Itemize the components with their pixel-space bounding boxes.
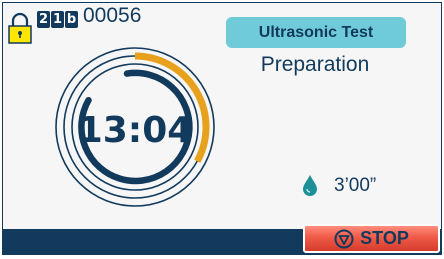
stop-label: STOP xyxy=(360,228,409,248)
cycle-counter: 00056 xyxy=(83,4,142,27)
cycle-digit: b xyxy=(65,10,78,28)
water-drop-icon xyxy=(303,175,317,196)
cycle-digit: 1 xyxy=(51,10,64,28)
progress-dial: 13:04 xyxy=(55,47,215,207)
remaining-time: 3’00” xyxy=(334,175,377,196)
lock-icon xyxy=(8,12,32,44)
autoclave-screen: 2 1 b 00056 Ultrasonic Test Preparation … xyxy=(2,2,442,255)
cycle-type-badge: 2 1 b xyxy=(37,9,78,29)
elapsed-time: 13:04 xyxy=(78,110,193,151)
stop-icon xyxy=(334,229,354,248)
phase-label: Preparation xyxy=(260,53,370,76)
program-tab: Ultrasonic Test xyxy=(226,17,406,48)
stop-button[interactable]: STOP xyxy=(303,224,440,253)
cycle-digit: 2 xyxy=(37,10,50,28)
